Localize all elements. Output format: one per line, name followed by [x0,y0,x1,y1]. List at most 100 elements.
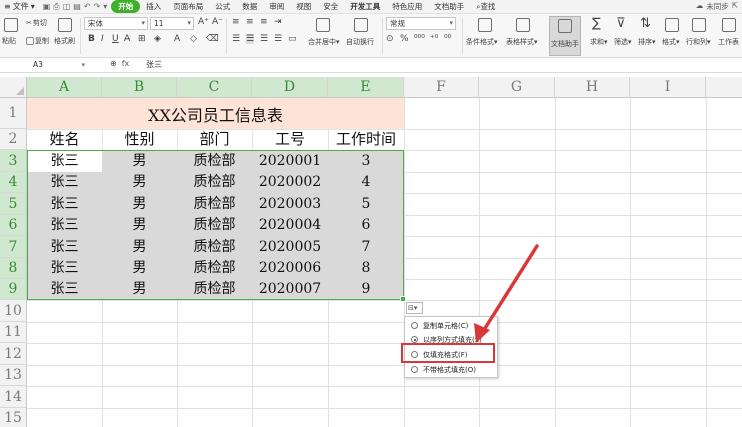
cut-button[interactable]: ✂ 剪切 [26,18,47,28]
cell-work-years[interactable]: 4 [328,172,404,193]
cell-employee-id[interactable]: 2020001 [252,150,328,172]
autofill-options-button[interactable]: ⊟▾ [406,302,423,314]
column-header-g[interactable]: G [479,77,555,98]
cell-gender[interactable]: 男 [102,258,177,279]
table-style-button[interactable]: 表格样式▾ [506,37,538,47]
cell-work-years[interactable]: 9 [328,279,404,300]
cell-department[interactable]: 质检部 [177,236,252,258]
column-header-i[interactable]: I [630,77,706,98]
tab-developer[interactable]: 开发工具 [344,1,386,12]
zoom-icon[interactable]: ⊕ [110,59,117,68]
bold-icon[interactable]: B [88,34,95,44]
column-header-c[interactable]: C [177,77,252,98]
sum-icon[interactable]: ∑ [592,16,601,31]
worksheet-icon[interactable] [722,18,736,32]
cond-format-button[interactable]: 条件格式▾ [466,37,498,47]
search-button[interactable]: ⌕查找 [470,1,501,12]
tab-home[interactable]: 开始 [111,0,141,13]
tab-page-layout[interactable]: 页面布局 [167,1,209,12]
header-cell-employee-id[interactable]: 工号 [252,129,328,150]
save-icon[interactable]: ▣ [43,2,51,12]
cell-department[interactable]: 质检部 [177,172,252,193]
row-header-4[interactable]: 4 [0,172,27,193]
cell-gender[interactable]: 男 [102,193,177,215]
paste-icon[interactable] [4,18,18,32]
filter-button[interactable]: 筛选▾ [614,37,632,47]
format-painter-icon[interactable] [58,18,72,32]
cond-format-icon[interactable] [478,18,492,32]
row-header-15[interactable]: 15 [0,408,27,427]
row-header-5[interactable]: 5 [0,193,27,215]
clear-icon[interactable]: ◇ [190,34,197,44]
format-painter-button[interactable]: 格式刷 [54,36,75,46]
spreadsheet-grid[interactable]: A B C D E F G H I 1 2 3 4 5 6 7 8 9 10 1… [0,73,742,427]
cell-employee-id[interactable]: 2020004 [252,215,328,236]
wrap-text-button[interactable]: 自动换行 [346,37,374,47]
column-header-e[interactable]: E [328,77,404,98]
sort-button[interactable]: 排序▾ [638,37,656,47]
cell-department[interactable]: 质检部 [177,193,252,215]
eraser-icon[interactable]: ⌫ [206,34,219,44]
cell-gender[interactable]: 男 [102,172,177,193]
currency-icon[interactable]: ⊙ [386,34,394,44]
cell-name[interactable]: 张三 [27,172,102,193]
sort-icon[interactable]: ⇅ [640,16,651,31]
header-cell-name[interactable]: 姓名 [27,129,102,150]
cell-employee-id[interactable]: 2020007 [252,279,328,300]
cell-name[interactable]: 张三 [27,215,102,236]
worksheet-button[interactable]: 工作表 [718,37,739,47]
column-header-next[interactable] [706,77,742,98]
justify-icon[interactable]: ☰ [274,34,282,44]
row-header-6[interactable]: 6 [0,215,27,236]
row-header-9[interactable]: 9 [0,279,27,300]
fill-color-icon[interactable]: ◈ [154,34,161,44]
row-header-14[interactable]: 14 [0,386,27,408]
thousands-icon[interactable]: ⁰⁰⁰ [414,34,425,44]
cell-department[interactable]: 质检部 [177,150,252,172]
cell-employee-id[interactable]: 2020005 [252,236,328,258]
autofill-option-fill-without-formatting[interactable]: 不带格式填充(O) [405,363,499,376]
cell-work-years[interactable]: 3 [328,150,404,172]
undo-icon[interactable]: ↶ [84,2,91,12]
cell-work-years[interactable]: 8 [328,258,404,279]
decrease-font-icon[interactable]: A⁻ [212,17,223,27]
sync-status[interactable]: 未同步 [706,1,729,12]
row-header-13[interactable]: 13 [0,365,27,386]
rows-cols-icon[interactable] [692,18,706,32]
tab-formulas[interactable]: 公式 [209,1,236,12]
cell-work-years[interactable]: 5 [328,193,404,215]
cell-name[interactable]: 张三 [27,279,102,300]
header-cell-department[interactable]: 部门 [177,129,252,150]
column-header-a[interactable]: A [27,77,102,98]
increase-decimal-icon[interactable]: ⁺⁰ [430,34,438,44]
decrease-decimal-icon[interactable]: ⁰⁰ [444,34,451,44]
row-header-11[interactable]: 11 [0,322,27,343]
cell-work-years[interactable]: 6 [328,215,404,236]
align-center-icon[interactable]: ☰ [246,34,255,44]
chevron-down-icon[interactable]: ▾ [103,2,107,12]
align-bottom-icon[interactable]: ≡ [260,17,268,27]
wrap-text-icon[interactable] [354,18,368,32]
align-middle-icon[interactable]: ≡ [246,17,254,27]
cell-gender[interactable]: 男 [102,279,177,300]
align-right-icon[interactable]: ☰ [260,34,268,44]
number-format-select[interactable]: 常规 [386,17,456,30]
formula-input[interactable]: 张三 [146,59,162,71]
cell-department[interactable]: 质检部 [177,258,252,279]
tab-data[interactable]: 数据 [236,1,263,12]
tab-special-apps[interactable]: 特色应用 [386,1,428,12]
row-header-7[interactable]: 7 [0,236,27,258]
percent-icon[interactable]: % [400,34,409,44]
header-cell-work-years[interactable]: 工作时间 [328,129,404,150]
cell-name[interactable]: 张三 [27,236,102,258]
file-menu[interactable]: ≡ 文件 ▾ [0,1,39,12]
merge-center-icon[interactable] [316,18,330,32]
column-header-f[interactable]: F [404,77,479,98]
cell-name[interactable]: 张三 [27,193,102,215]
row-header-12[interactable]: 12 [0,343,27,365]
tab-view[interactable]: 视图 [290,1,317,12]
font-size-select[interactable]: 11 [150,17,194,30]
column-header-h[interactable]: H [555,77,630,98]
row-header-2[interactable]: 2 [0,129,27,150]
cell-employee-id[interactable]: 2020006 [252,258,328,279]
